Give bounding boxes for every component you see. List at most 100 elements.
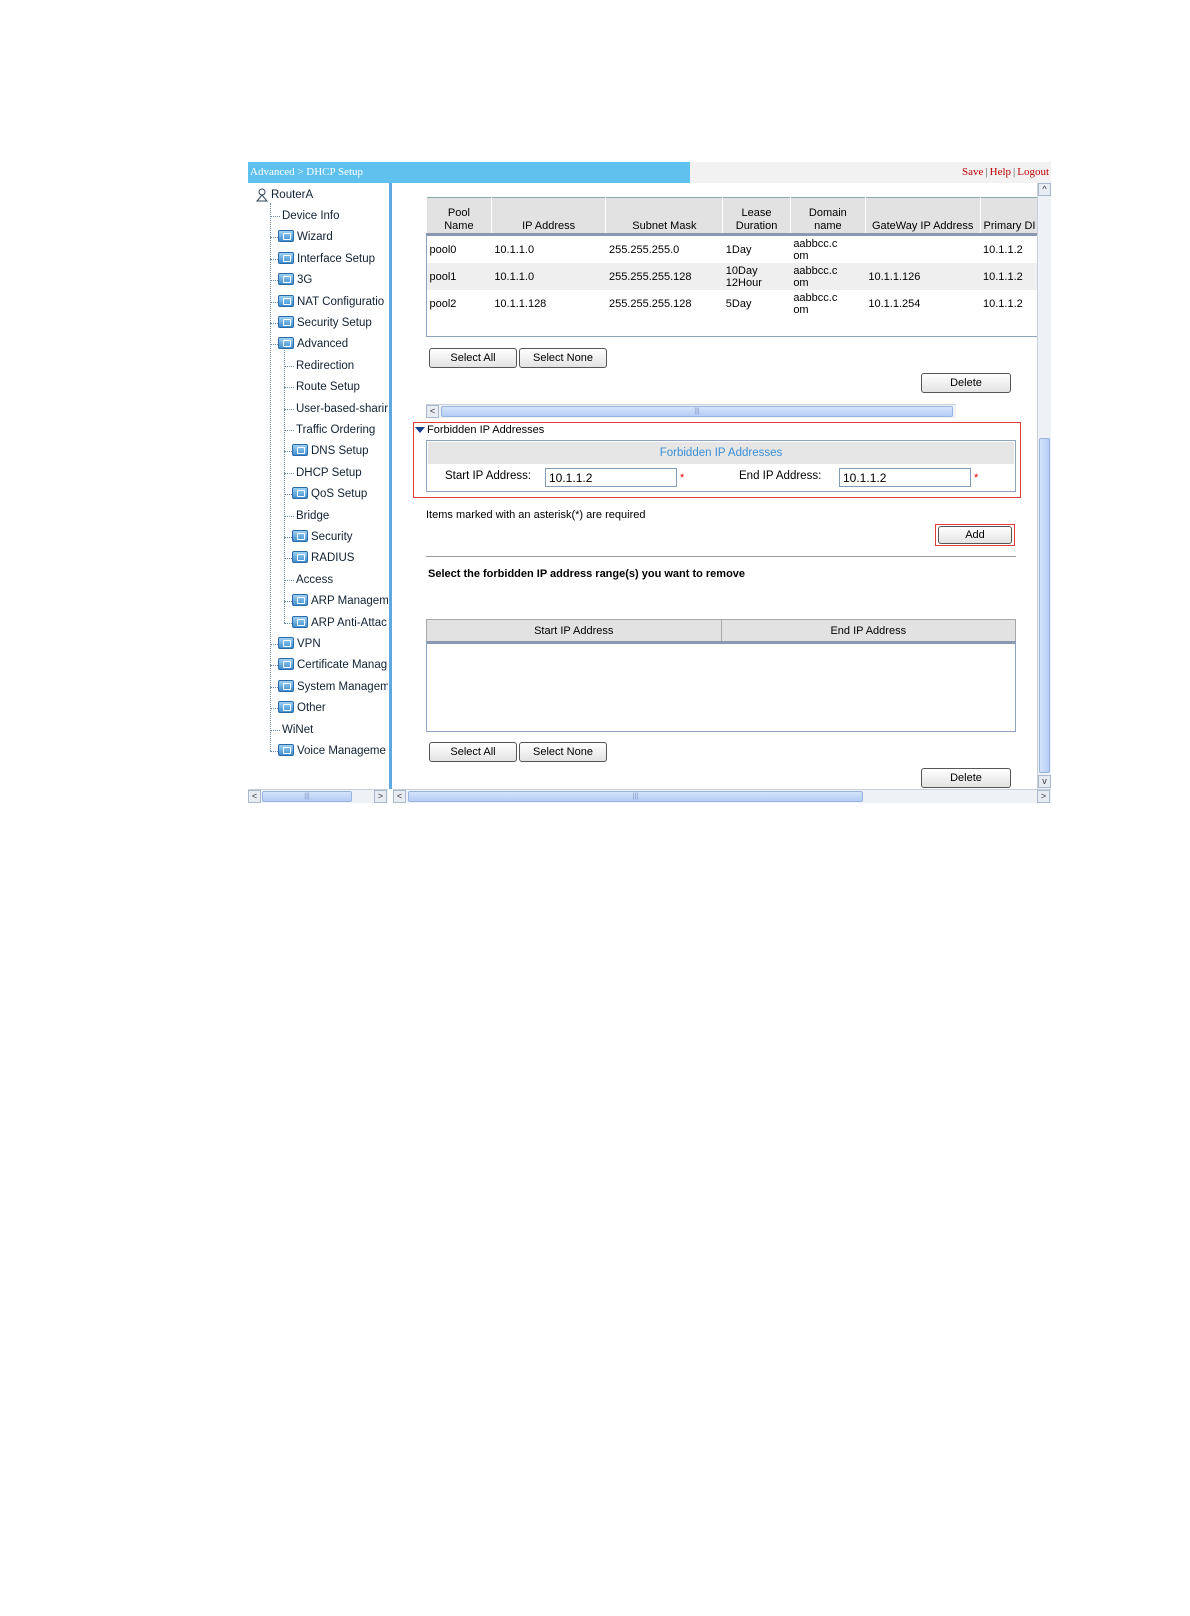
folder-icon (292, 615, 308, 628)
pool-table-body: pool0 10.1.1.0 255.255.255.0 1Day aabbcc.c om… (426, 235, 1038, 342)
sidebar-item-user-based-sharir[interactable]: User-based-sharir (296, 399, 388, 419)
select-all-range-button[interactable]: Select All (429, 742, 517, 762)
table-cell: pool2 (427, 290, 492, 317)
sidebar-item-winet[interactable]: WiNet (282, 720, 313, 740)
main-vscroll[interactable]: ^ v (1037, 183, 1051, 789)
folder-icon (278, 658, 294, 671)
sidebar-item-wizard[interactable]: Wizard (278, 227, 333, 247)
table-cell: 10.1.1.254 (865, 290, 980, 317)
delete-pool-button[interactable]: Delete (921, 373, 1011, 393)
range-table: Start IP Address End IP Address (426, 619, 1016, 644)
sidebar-item-traffic-ordering[interactable]: Traffic Ordering (296, 420, 375, 440)
sidebar-item-label: VPN (297, 638, 321, 650)
scroll-down-icon[interactable]: v (1038, 775, 1051, 788)
sidebar-item-label: DNS Setup (311, 445, 369, 458)
sidebar-item-voice-manageme[interactable]: Voice Manageme (278, 741, 386, 761)
header-line-1 (495, 207, 603, 220)
scroll-thumb[interactable] (1039, 438, 1050, 773)
scroll-left-icon[interactable]: < (248, 790, 261, 803)
scroll-right-icon[interactable]: > (374, 790, 387, 803)
sidebar-item-interface-setup[interactable]: Interface Setup (278, 249, 375, 269)
sidebar-item-nat-configuratio[interactable]: NAT Configuratio (278, 292, 384, 312)
end-ip-label: End IP Address: (739, 470, 822, 482)
sidebar-item-advanced[interactable]: Advanced (278, 334, 348, 354)
pool-table-header: Pool Name IP Address Subnet Mask Lease Dura… (426, 197, 1037, 236)
cell-text: pool1 (429, 270, 457, 283)
folder-icon (278, 679, 294, 692)
folder-icon (278, 315, 294, 328)
scroll-left-icon[interactable]: < (426, 405, 439, 418)
forbidden-section-toggle[interactable]: Forbidden IP Addresses (415, 424, 544, 436)
help-link[interactable]: Help (990, 166, 1011, 178)
cell-text: om (793, 303, 809, 316)
scroll-thumb[interactable]: ||| (262, 791, 352, 802)
sidebar-item-dhcp-setup[interactable]: DHCP Setup (296, 463, 362, 483)
sidebar-item-security-setup[interactable]: Security Setup (278, 313, 372, 333)
pool-col-header: Lease Duration (722, 197, 791, 236)
tree-guide (270, 203, 271, 751)
sidebar-item-other[interactable]: Other (278, 698, 326, 718)
sidebar-item-bridge[interactable]: Bridge (296, 506, 329, 526)
sidebar-item-security[interactable]: Security (292, 527, 353, 547)
scroll-thumb[interactable]: ||| (441, 406, 953, 417)
sidebar-item-label: Advanced (297, 338, 349, 351)
table-cell (865, 235, 980, 264)
sidebar-item-label: DHCP Setup (296, 466, 362, 479)
header-line-2: Subnet Mask (632, 220, 697, 232)
nav-tree: RouterA Device Info Wizard Interface Setup… (248, 183, 388, 789)
table-row[interactable]: pool2 10.1.1.128 255.255.255.128 5Day aabbcc… (427, 290, 1038, 317)
scroll-up-icon[interactable]: ^ (1038, 183, 1051, 196)
sidebar-item-arp-anti-attac[interactable]: ARP Anti-Attac (292, 613, 387, 633)
start-ip-input[interactable] (545, 468, 677, 487)
table-cell: 10.1.1.128 (491, 290, 606, 317)
sidebar-item-vpn[interactable]: VPN (278, 634, 321, 654)
folder-icon (292, 444, 308, 457)
scroll-left-icon[interactable]: < (393, 790, 406, 803)
table-cell: 5Day (723, 290, 791, 317)
sidebar-item-access[interactable]: Access (296, 570, 333, 590)
sidebar-item-route-setup[interactable]: Route Setup (296, 377, 360, 397)
cell-text: 10.1.1.0 (494, 243, 535, 256)
sidebar-item-label: QoS Setup (311, 488, 368, 501)
folder-icon (292, 529, 308, 542)
table-row[interactable]: pool0 10.1.1.0 255.255.255.0 1Day aabbcc.c om… (427, 235, 1038, 264)
sidebar-item-device-info[interactable]: Device Info (282, 206, 340, 226)
sidebar-splitter[interactable] (389, 183, 392, 789)
folder-icon (292, 487, 308, 500)
sidebar-item-label: Security Setup (297, 317, 372, 329)
tree-root[interactable]: RouterA (256, 185, 313, 205)
add-button[interactable]: Add (938, 526, 1012, 544)
forbidden-box-title: Forbidden IP Addresses (428, 442, 1014, 464)
end-ip-input[interactable] (839, 468, 971, 487)
select-none-range-button[interactable]: Select None (519, 742, 607, 762)
table-cell: 10Day 12Hour (722, 263, 791, 290)
sidebar-item-label: Certificate Manag (297, 659, 388, 672)
sidebar-item-system-managem[interactable]: System Managem (278, 677, 388, 697)
folder-icon (278, 636, 294, 649)
sidebar-item-arp-managem[interactable]: ARP Managem (292, 591, 388, 611)
scroll-right-icon[interactable]: > (1037, 790, 1050, 803)
table-cell: 10.1.1.2 (980, 263, 1037, 290)
table-hscroll[interactable]: < ||| (426, 404, 956, 418)
sidebar-item-label: 3G (297, 274, 313, 287)
select-all-button[interactable]: Select All (429, 348, 517, 368)
cell-text: 255.255.255.0 (608, 243, 680, 256)
table-row[interactable]: pool1 10.1.1.0 255.255.255.128 10Day 12Hour a… (426, 263, 1037, 290)
sidebar-item-certificate-manag[interactable]: Certificate Manag (278, 655, 387, 675)
sidebar-item-qos-setup[interactable]: QoS Setup (292, 484, 367, 504)
sidebar-item-label: RADIUS (311, 552, 355, 565)
select-none-button[interactable]: Select None (519, 348, 607, 368)
table-cell: 255.255.255.128 (606, 290, 723, 317)
delete-range-button[interactable]: Delete (921, 768, 1011, 788)
sidebar-item-radius[interactable]: RADIUS (292, 548, 354, 568)
scroll-thumb[interactable]: ||| (408, 791, 863, 802)
save-link[interactable]: Save (962, 166, 983, 178)
header-line-2: IP Address (522, 220, 576, 232)
sidebar-item-redirection[interactable]: Redirection (296, 356, 354, 376)
sidebar-item-3g[interactable]: 3G (278, 270, 312, 290)
table-cell: 10.1.1.0 (491, 235, 606, 264)
main-hscroll[interactable]: < ||| > (393, 789, 1051, 803)
logout-link[interactable]: Logout (1017, 166, 1049, 178)
sidebar-item-dns-setup[interactable]: DNS Setup (292, 441, 369, 461)
sidebar-hscroll[interactable]: < ||| > (248, 789, 388, 803)
